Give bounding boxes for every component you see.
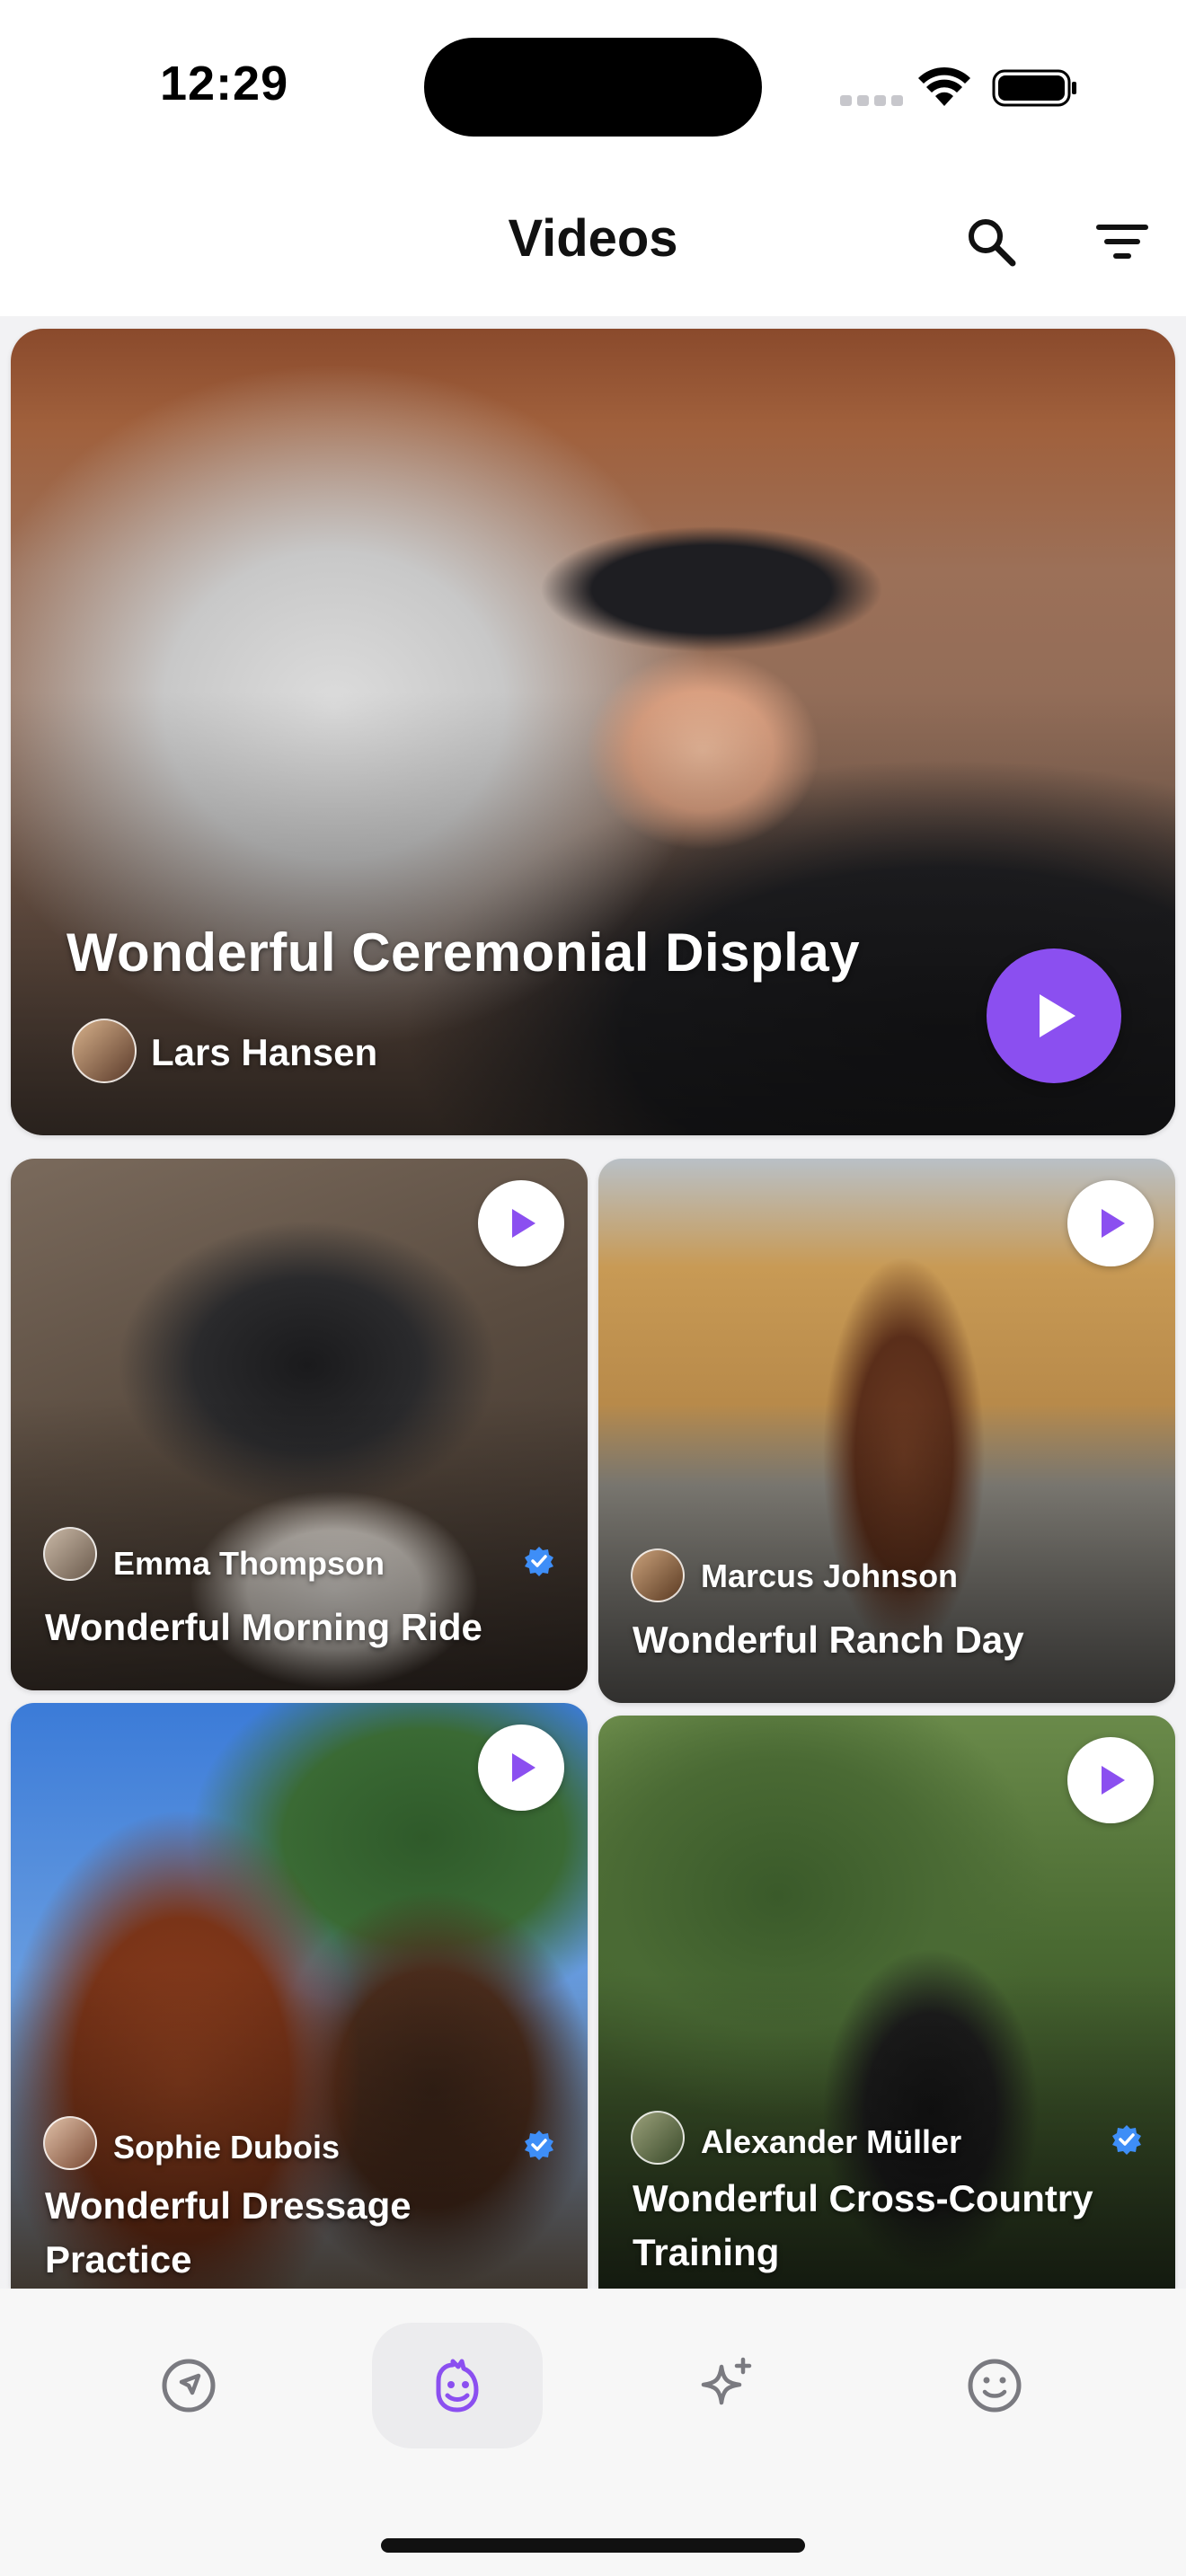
- video-title: Wonderful Morning Ride: [45, 1606, 482, 1648]
- video-title: Wonderful Dressage Practice: [45, 2184, 412, 2280]
- play-button[interactable]: [1067, 1737, 1154, 1823]
- nav-item-ai[interactable]: [641, 2323, 811, 2448]
- play-icon: [1102, 1766, 1125, 1795]
- cellular-signal-icon: [840, 95, 903, 108]
- video-title: Wonderful Cross-Country Training: [633, 2177, 1093, 2273]
- avatar: [631, 1548, 685, 1602]
- battery-icon: [992, 69, 1076, 107]
- play-icon: [512, 1753, 535, 1782]
- video-author: Marcus Johnson: [701, 1557, 959, 1594]
- video-author: Emma Thompson: [113, 1545, 385, 1582]
- status-time: 12:29: [160, 57, 289, 110]
- verified-badge-icon: [525, 2130, 553, 2160]
- search-button[interactable]: [951, 201, 1031, 282]
- video-card[interactable]: Marcus Johnson Wonderful Ranch Day: [598, 1159, 1175, 1703]
- horse-icon: [436, 2359, 479, 2413]
- compass-icon: [162, 2359, 216, 2413]
- play-icon: [1040, 994, 1075, 1037]
- verified-badge-icon: [1112, 2125, 1141, 2155]
- nav-item-videos[interactable]: [372, 2323, 543, 2448]
- video-card[interactable]: Sophie Dubois Wonderful Dressage Practic…: [11, 1703, 588, 2289]
- avatar: [72, 1019, 137, 1083]
- sparkle-icon: [701, 2357, 752, 2405]
- dynamic-island: [424, 38, 762, 137]
- wifi-icon: [918, 66, 970, 106]
- avatar: [43, 2116, 97, 2170]
- featured-video-author: Lars Hansen: [151, 1031, 378, 1073]
- featured-play-button[interactable]: [987, 948, 1121, 1083]
- play-button[interactable]: [478, 1725, 564, 1811]
- nav-item-profile[interactable]: [909, 2323, 1080, 2448]
- avatar: [43, 1527, 97, 1581]
- video-title: Wonderful Ranch Day: [633, 1619, 1024, 1661]
- video-card[interactable]: Alexander Müller Wonderful Cross-Country…: [598, 1716, 1175, 2289]
- video-card[interactable]: Emma Thompson Wonderful Morning Ride: [11, 1159, 588, 1690]
- filter-icon: [1096, 225, 1148, 259]
- home-indicator: [381, 2538, 805, 2553]
- video-author: Alexander Müller: [701, 2123, 962, 2160]
- play-button[interactable]: [478, 1180, 564, 1266]
- play-button[interactable]: [1067, 1180, 1154, 1266]
- nav-item-explore[interactable]: [103, 2323, 274, 2448]
- video-author: Sophie Dubois: [113, 2129, 340, 2166]
- status-bar: 12:29: [0, 0, 1186, 171]
- filter-button[interactable]: [1082, 201, 1163, 282]
- smiley-icon: [968, 2359, 1022, 2413]
- featured-video-title: Wonderful Ceremonial Display: [66, 922, 861, 983]
- avatar: [631, 2111, 685, 2165]
- search-icon: [969, 219, 1016, 267]
- verified-badge-icon: [525, 1547, 553, 1576]
- play-icon: [1102, 1209, 1125, 1238]
- play-icon: [512, 1209, 535, 1238]
